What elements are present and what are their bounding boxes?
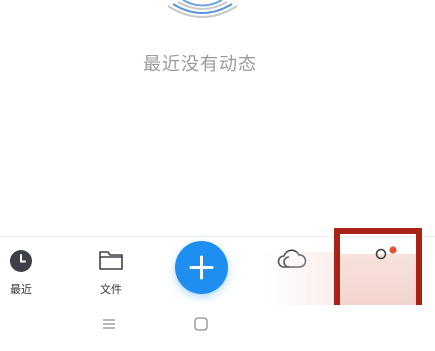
menu-icon[interactable]: [101, 317, 117, 331]
screen: 最近没有动态 最近 文件: [0, 0, 435, 351]
tab-recent-label: 最近: [10, 283, 32, 296]
add-button[interactable]: [175, 241, 228, 294]
tab-files-label: 文件: [100, 283, 122, 296]
clock-icon: [10, 250, 32, 272]
tab-recent[interactable]: 最近: [0, 237, 44, 301]
tab-files[interactable]: 文件: [90, 237, 134, 301]
plus-icon: [189, 255, 214, 280]
system-nav-bar: [0, 305, 435, 351]
folder-icon: [99, 251, 123, 270]
empty-illustration-icon: [167, 0, 238, 18]
home-icon[interactable]: [193, 316, 209, 332]
empty-state-message: 最近没有动态: [143, 54, 257, 75]
